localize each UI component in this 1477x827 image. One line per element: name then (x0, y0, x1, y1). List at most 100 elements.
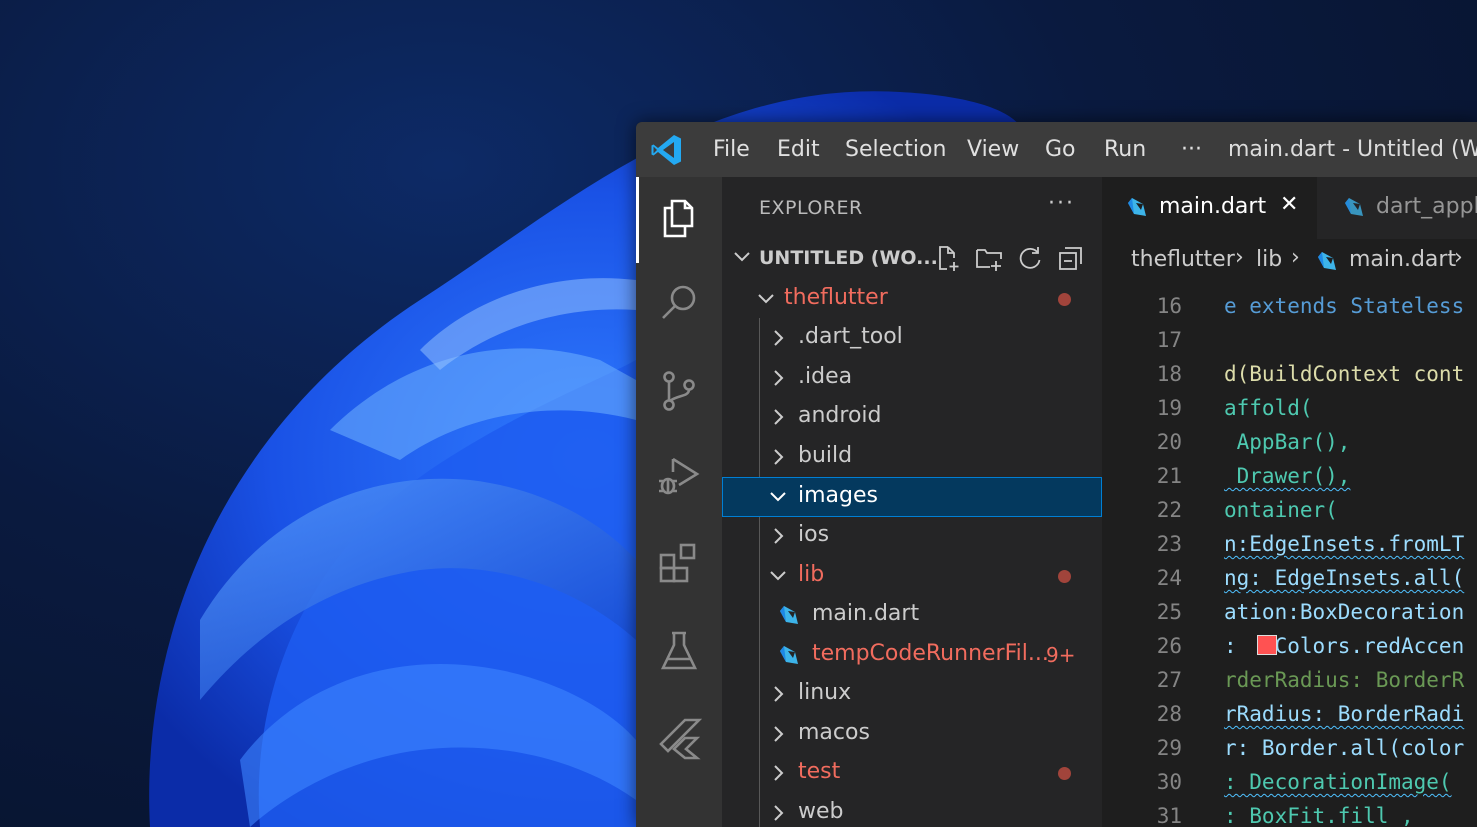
code-text: r: Border.all(color (1224, 736, 1465, 760)
explorer-icon[interactable] (655, 194, 703, 242)
search-icon[interactable] (655, 279, 703, 327)
tree-item-macos[interactable]: macos (722, 714, 1102, 754)
chevron-right-icon (774, 330, 784, 346)
editor-tabs: main.dart ✕ dart_appli (1102, 177, 1477, 239)
tab-main-dart[interactable]: main.dart ✕ (1102, 177, 1317, 239)
title-bar: File Edit Selection View Go Run ··· main… (636, 122, 1477, 177)
line-number: 20 (1156, 430, 1182, 454)
breadcrumb-item-main-dart[interactable]: main.dart (1349, 247, 1456, 272)
line-number: 18 (1156, 362, 1182, 386)
tree-item-theflutter[interactable]: theflutter (722, 279, 1102, 319)
code-text: affold( (1224, 396, 1313, 420)
tree-item-web[interactable]: web (722, 793, 1102, 827)
tree-item-android[interactable]: android (722, 397, 1102, 437)
line-number: 27 (1156, 668, 1182, 692)
tree-item-tempcoderunner[interactable]: tempCodeRunnerFil... 9+ (722, 635, 1102, 675)
code-editor[interactable]: 16 e extends Stateless 17 18 d(BuildContex… (1102, 281, 1477, 827)
dart-file-icon (780, 646, 798, 664)
activity-bar (636, 177, 722, 827)
menu-view[interactable]: View (967, 136, 1019, 164)
tree-item-linux[interactable]: linux (722, 674, 1102, 714)
line-number: 24 (1156, 566, 1182, 590)
tree-item-test[interactable]: test (722, 753, 1102, 793)
vscode-logo-icon (651, 135, 681, 165)
code-text: AppBar(), (1224, 430, 1351, 454)
tree-item-images[interactable]: images (722, 477, 1102, 517)
code-line: 24 ng: EdgeInsets.all( (1102, 562, 1477, 596)
source-control-icon[interactable] (655, 367, 703, 415)
chevron-right-icon (774, 449, 784, 465)
code-line: 28 rRadius: BorderRadi (1102, 698, 1477, 732)
breadcrumb-item-lib[interactable]: lib (1256, 247, 1282, 272)
chevron-down-icon (734, 252, 750, 262)
tree-item-label: lib (798, 562, 825, 587)
code-text: ontainer( (1224, 498, 1338, 522)
code-text: : BoxFit.fill , (1224, 804, 1414, 827)
code-line: 26 : Colors.redAccen (1102, 630, 1477, 664)
line-number: 19 (1156, 396, 1182, 420)
menu-selection[interactable]: Selection (845, 136, 946, 164)
dart-file-icon (1128, 198, 1146, 216)
close-icon[interactable]: ✕ (1280, 192, 1298, 217)
line-number: 26 (1156, 634, 1182, 658)
menu-go[interactable]: Go (1045, 136, 1076, 164)
chevron-down-icon (770, 492, 786, 502)
tree-item-ios[interactable]: ios (722, 516, 1102, 556)
tree-item-label: theflutter (784, 285, 888, 310)
code-line: 18 d(BuildContext cont (1102, 358, 1477, 392)
extensions-icon[interactable] (655, 539, 703, 587)
tree-item-idea[interactable]: .idea (722, 358, 1102, 398)
run-debug-icon[interactable] (655, 452, 703, 500)
explorer-more-button[interactable]: ··· (1048, 191, 1075, 216)
menu-file[interactable]: File (713, 136, 750, 164)
code-line: 31: BoxFit.fill , (1102, 800, 1477, 827)
vscode-window: File Edit Selection View Go Run ··· main… (636, 122, 1477, 827)
refresh-icon[interactable] (1015, 243, 1045, 273)
dart-file-icon (1345, 198, 1363, 216)
code-line: 27 rderRadius: BorderR (1102, 664, 1477, 698)
editor-area: main.dart ✕ dart_appli theflutter › lib … (1102, 177, 1477, 827)
workspace-title: UNTITLED (WO... (759, 247, 938, 269)
modified-dot (1058, 570, 1071, 583)
code-text: rRadius: BorderRadi (1224, 702, 1465, 726)
color-swatch[interactable] (1257, 635, 1277, 655)
tab-label: dart_appli (1376, 194, 1477, 219)
code-line: 16 e extends Stateless (1102, 290, 1477, 324)
new-folder-icon[interactable] (974, 243, 1004, 273)
line-number: 23 (1156, 532, 1182, 556)
code-line: 17 (1102, 324, 1477, 358)
new-file-icon[interactable] (932, 243, 962, 273)
breadcrumb-separator: › (1454, 245, 1463, 270)
code-line: 23 n:EdgeInsets.fromLT (1102, 528, 1477, 562)
window-title: main.dart - Untitled (Work (1228, 137, 1477, 162)
tree-item-label: macos (798, 720, 870, 745)
chevron-right-icon (774, 686, 784, 702)
menu-more-button[interactable]: ··· (1181, 136, 1202, 164)
modified-dot (1058, 293, 1071, 306)
tree-item-dart-tool[interactable]: .dart_tool (722, 318, 1102, 358)
menu-edit[interactable]: Edit (777, 136, 820, 164)
collapse-all-icon[interactable] (1056, 243, 1086, 273)
code-text: d(BuildContext cont (1224, 362, 1465, 386)
dart-file-icon (780, 606, 798, 624)
tree-item-lib[interactable]: lib (722, 556, 1102, 596)
tree-item-label: android (798, 403, 882, 428)
code-line: 20 AppBar(), (1102, 426, 1477, 460)
code-line: 30: DecorationImage( (1102, 766, 1477, 800)
flutter-icon[interactable] (655, 714, 703, 762)
code-text: e extends Stateless (1224, 294, 1465, 318)
breadcrumb-item-theflutter[interactable]: theflutter (1131, 247, 1235, 272)
menu-run[interactable]: Run (1104, 136, 1146, 164)
line-number: 30 (1156, 770, 1182, 794)
tab-dart-application[interactable]: dart_appli (1317, 177, 1477, 239)
code-line: 29 r: Border.all(color (1102, 732, 1477, 766)
workspace-header[interactable]: UNTITLED (WO... (722, 239, 1102, 279)
code-text: Drawer(), (1224, 464, 1351, 488)
chevron-right-icon (774, 726, 784, 742)
line-number: 28 (1156, 702, 1182, 726)
tree-item-build[interactable]: build (722, 437, 1102, 477)
line-number: 21 (1156, 464, 1182, 488)
tree-item-main-dart[interactable]: main.dart (722, 595, 1102, 635)
problems-badge: 9+ (1046, 643, 1076, 667)
testing-icon[interactable] (655, 627, 703, 675)
